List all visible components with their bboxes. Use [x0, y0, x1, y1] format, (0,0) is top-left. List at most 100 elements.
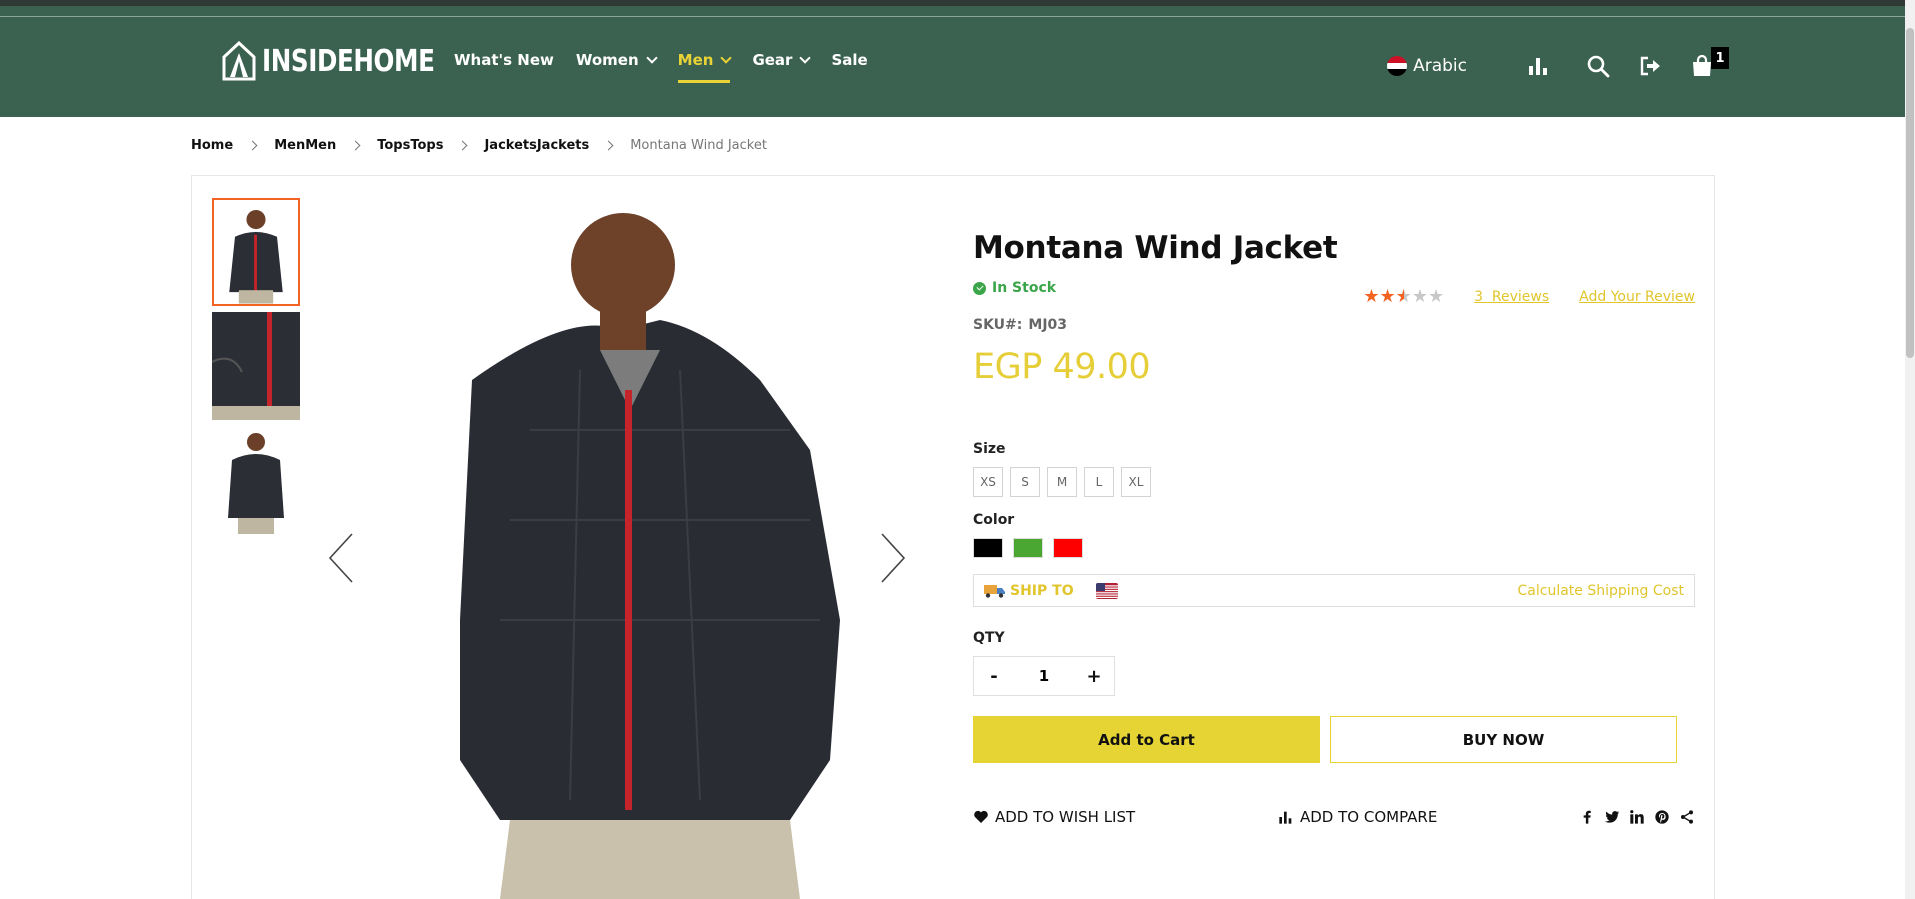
color-swatch-black[interactable]	[973, 538, 1003, 558]
qty-increase-button[interactable]: +	[1074, 657, 1114, 695]
product-price: EGP 49.00	[973, 347, 1151, 387]
color-options	[973, 538, 1695, 558]
linkedin-icon[interactable]	[1629, 809, 1645, 825]
secondary-actions: ADD TO WISH LIST ADD TO COMPARE	[973, 807, 1695, 827]
jacket-model-image	[360, 200, 940, 899]
pinterest-icon[interactable]	[1654, 809, 1670, 825]
nav-label: Gear	[752, 51, 793, 69]
sign-in-icon[interactable]	[1637, 53, 1663, 79]
sku-row: SKU#: MJ03	[973, 317, 1695, 333]
chevron-right-icon	[247, 140, 258, 150]
nav-men[interactable]: Men	[677, 37, 733, 83]
logo-text: INSIDEHOME	[262, 43, 435, 79]
buy-now-button[interactable]: BUY NOW	[1330, 716, 1677, 763]
size-option[interactable]: XS	[973, 467, 1003, 497]
language-label: Arabic	[1413, 56, 1467, 76]
size-label: Size	[973, 441, 1006, 457]
breadcrumb: Home MenMen TopsTops JacketsJackets Mont…	[191, 136, 767, 154]
egypt-flag-icon	[1387, 56, 1408, 76]
quantity-stepper: - +	[973, 656, 1115, 696]
nav-gear[interactable]: Gear	[752, 37, 812, 83]
stock-label: In Stock	[992, 280, 1057, 296]
size-option[interactable]: L	[1084, 467, 1114, 497]
breadcrumb-tops[interactable]: TopsTops	[377, 138, 443, 153]
main-product-image	[360, 200, 940, 899]
add-review-link[interactable]: Add Your Review	[1579, 289, 1695, 305]
chevron-down-icon	[720, 52, 733, 64]
breadcrumb-jackets[interactable]: JacketsJackets	[484, 138, 589, 153]
thumbnail-gallery	[212, 198, 300, 540]
color-swatch-green[interactable]	[1013, 538, 1043, 558]
color-swatch-red[interactable]	[1053, 538, 1083, 558]
language-switcher[interactable]: Arabic	[1387, 56, 1467, 76]
breadcrumb-current: Montana Wind Jacket	[630, 137, 767, 153]
cart-icon[interactable]: 1	[1689, 47, 1729, 79]
check-circle-icon	[973, 281, 986, 295]
size-option[interactable]: XL	[1121, 467, 1151, 497]
sku-label: SKU#:	[973, 317, 1023, 333]
thumbnail-side[interactable]	[212, 312, 300, 420]
nav-whats-new[interactable]: What's New	[454, 37, 554, 83]
star-icon: ★	[1363, 286, 1380, 307]
rating-stars: ★ ★ ★ ★ ★	[1363, 288, 1444, 306]
star-empty-icon: ★	[1427, 286, 1445, 307]
wishlist-label: ADD TO WISH LIST	[995, 808, 1136, 826]
purchase-buttons: Add to Cart BUY NOW	[973, 716, 1695, 763]
add-to-cart-button[interactable]: Add to Cart	[973, 716, 1320, 763]
qty-label: QTY	[973, 630, 1005, 646]
nav-women[interactable]: Women	[575, 37, 658, 83]
ship-to-label: SHIP TO	[1010, 582, 1074, 599]
add-to-compare-button[interactable]: ADD TO COMPARE	[1278, 808, 1437, 826]
size-option[interactable]: S	[1010, 467, 1040, 497]
ship-to-bar: SHIP TO Calculate Shipping Cost	[973, 574, 1695, 607]
compare-label: ADD TO COMPARE	[1300, 808, 1438, 826]
reviews-link[interactable]: 3 Reviews	[1474, 289, 1549, 305]
header-divider	[0, 16, 1905, 17]
nav-sale[interactable]: Sale	[831, 37, 867, 83]
calculate-shipping-link[interactable]: Calculate Shipping Cost	[1518, 583, 1684, 599]
chevron-right-icon	[458, 140, 468, 150]
add-to-wishlist-button[interactable]: ADD TO WISH LIST	[973, 808, 1135, 826]
main-nav: What's New Women Men Gear Sale	[454, 40, 890, 88]
previous-image-button[interactable]	[322, 530, 362, 586]
color-label: Color	[973, 512, 1015, 528]
thumbnail-back[interactable]	[212, 426, 300, 534]
jacket-side-thumbnail-image	[212, 312, 300, 420]
arrow-left-icon	[328, 533, 353, 583]
qty-decrease-button[interactable]: -	[974, 657, 1014, 695]
chevron-down-icon	[799, 52, 812, 64]
breadcrumb-men[interactable]: MenMen	[274, 138, 336, 153]
header-tools: Arabic 1	[1387, 47, 1729, 82]
next-image-button[interactable]	[872, 530, 912, 586]
site-logo[interactable]: INSIDEHOME	[222, 40, 472, 82]
truck-icon	[984, 584, 1005, 598]
scrollbar-thumb[interactable]	[1906, 28, 1914, 358]
stock-rating-row: In Stock ★ ★ ★ ★ ★ 3 Reviews Add Your Re…	[973, 280, 1695, 306]
qty-input[interactable]	[1014, 667, 1074, 685]
breadcrumb-home[interactable]: Home	[191, 138, 233, 153]
nav-label: Women	[575, 51, 639, 69]
chevron-right-icon	[603, 140, 614, 150]
jacket-back-thumbnail-image	[212, 426, 300, 534]
page-scrollbar[interactable]	[1905, 0, 1915, 899]
size-option[interactable]: M	[1047, 467, 1077, 497]
chevron-right-icon	[350, 140, 361, 150]
house-logo-icon	[222, 41, 256, 81]
size-options: XS S M L XL	[973, 467, 1695, 497]
facebook-icon[interactable]	[1579, 809, 1595, 825]
thumbnail-front[interactable]	[212, 198, 300, 306]
nav-label: Men	[677, 51, 714, 69]
rating-summary: ★ ★ ★ ★ ★ 3 Reviews Add Your Review	[1363, 288, 1695, 306]
twitter-icon[interactable]	[1604, 809, 1620, 825]
us-flag-icon[interactable]	[1095, 582, 1118, 599]
search-icon[interactable]	[1585, 53, 1611, 79]
star-icon: ★	[1379, 286, 1396, 307]
star-half-icon: ★	[1395, 286, 1412, 307]
jacket-front-thumbnail-image	[214, 200, 298, 304]
heart-icon	[974, 810, 988, 823]
chevron-down-icon	[645, 52, 658, 64]
share-icon[interactable]	[1679, 809, 1695, 825]
sku-value: MJ03	[1028, 317, 1068, 333]
product-info: Montana Wind Jacket In Stock ★ ★ ★ ★ ★ 3…	[973, 230, 1695, 827]
compare-icon[interactable]	[1525, 53, 1551, 79]
